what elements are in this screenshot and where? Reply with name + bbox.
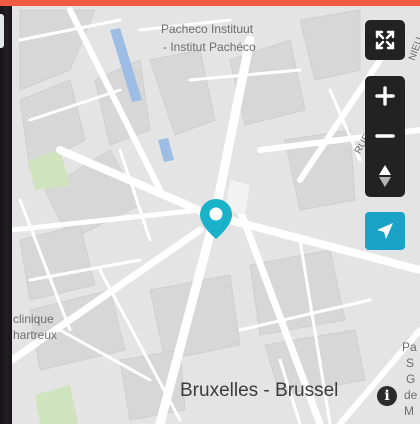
panel-handle[interactable] bbox=[0, 14, 4, 48]
edge-label-m: M bbox=[404, 404, 414, 418]
zoom-out-button[interactable] bbox=[365, 116, 405, 156]
city-label: Bruxelles - Brussel bbox=[180, 380, 339, 401]
side-panel-edge[interactable] bbox=[0, 0, 12, 424]
map-frame: Pacheco Instituut - Institut Pachéco cli… bbox=[0, 0, 420, 424]
clinique-label-2: hartreux bbox=[13, 328, 58, 342]
info-icon: i bbox=[384, 388, 390, 404]
navigation-arrow-icon bbox=[377, 223, 393, 239]
compass-button[interactable] bbox=[365, 156, 405, 196]
clinique-label-1: clinique bbox=[13, 312, 54, 326]
zoom-in-button[interactable] bbox=[365, 76, 405, 116]
edge-label-g: G bbox=[406, 372, 416, 386]
pacheco-label-2: - Institut Pachéco bbox=[163, 40, 256, 54]
zoom-controls bbox=[365, 76, 405, 197]
edge-label-de: de bbox=[404, 388, 418, 402]
map-pin-icon[interactable] bbox=[198, 197, 234, 241]
info-button[interactable]: i bbox=[377, 386, 397, 406]
edge-label-s: S bbox=[406, 356, 415, 370]
compass-icon bbox=[379, 165, 391, 187]
fullscreen-button[interactable] bbox=[365, 20, 405, 60]
edge-label-pa: Pa bbox=[402, 340, 417, 354]
expand-icon bbox=[375, 30, 395, 50]
minus-icon bbox=[375, 134, 395, 138]
locate-button[interactable] bbox=[365, 212, 405, 250]
plus-icon bbox=[375, 86, 395, 106]
pacheco-label-1: Pacheco Instituut bbox=[161, 22, 254, 36]
top-accent-bar bbox=[0, 0, 420, 6]
